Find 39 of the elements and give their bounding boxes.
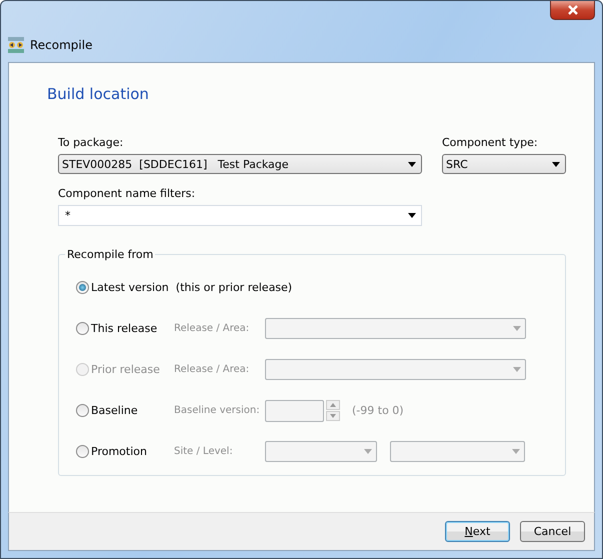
option-label[interactable]: This release	[91, 322, 158, 335]
dropdown-arrow-icon	[513, 367, 521, 372]
dropdown-arrow-icon	[552, 162, 560, 166]
radio-button[interactable]	[76, 322, 89, 335]
dropdown-arrow-icon	[513, 326, 521, 331]
field-label: Release / Area:	[174, 323, 250, 334]
field-label: Release / Area:	[174, 364, 250, 375]
close-icon	[566, 5, 578, 15]
radio-button[interactable]	[76, 445, 89, 458]
field-label: To package:	[58, 136, 124, 149]
group-title: Recompile from	[65, 248, 156, 261]
dropdown-arrow-icon	[364, 449, 372, 454]
page-heading: Build location	[47, 85, 149, 103]
down-arrow-icon	[330, 414, 336, 418]
option-label[interactable]: Promotion	[91, 445, 147, 458]
filter-field[interactable]: *	[58, 205, 422, 226]
dropdown-arrow-icon	[408, 162, 416, 166]
type-dropdown[interactable]: SRC	[442, 154, 566, 174]
package-dropdown[interactable]: STEV000285 [SDDEC161] Test Package	[58, 154, 422, 174]
spin-down-button[interactable]	[326, 411, 340, 421]
up-arrow-icon	[330, 403, 336, 407]
radio-button[interactable]	[76, 281, 89, 294]
spin-field[interactable]	[265, 400, 324, 422]
dropdown-arrow-icon	[512, 449, 520, 454]
close-button[interactable]	[550, 1, 595, 20]
field-label: Site / Level:	[174, 446, 234, 457]
spin-up-button[interactable]	[326, 400, 340, 410]
dialog-button[interactable]: Next	[445, 521, 510, 542]
dialog-button[interactable]: Cancel	[520, 521, 585, 542]
field-label: Baseline version:	[174, 405, 261, 416]
dropdown-arrow-icon	[408, 213, 416, 218]
option-label[interactable]: Latest version (this or prior release)	[91, 281, 292, 294]
option-label[interactable]: Baseline	[91, 404, 138, 417]
app-icon	[8, 37, 24, 53]
range-hint: (-99 to 0)	[352, 404, 404, 417]
radio-button[interactable]	[76, 404, 89, 417]
window-title: Recompile	[30, 38, 92, 52]
field-label: Component name filters:	[58, 187, 196, 200]
field-label: Component type:	[442, 136, 538, 149]
